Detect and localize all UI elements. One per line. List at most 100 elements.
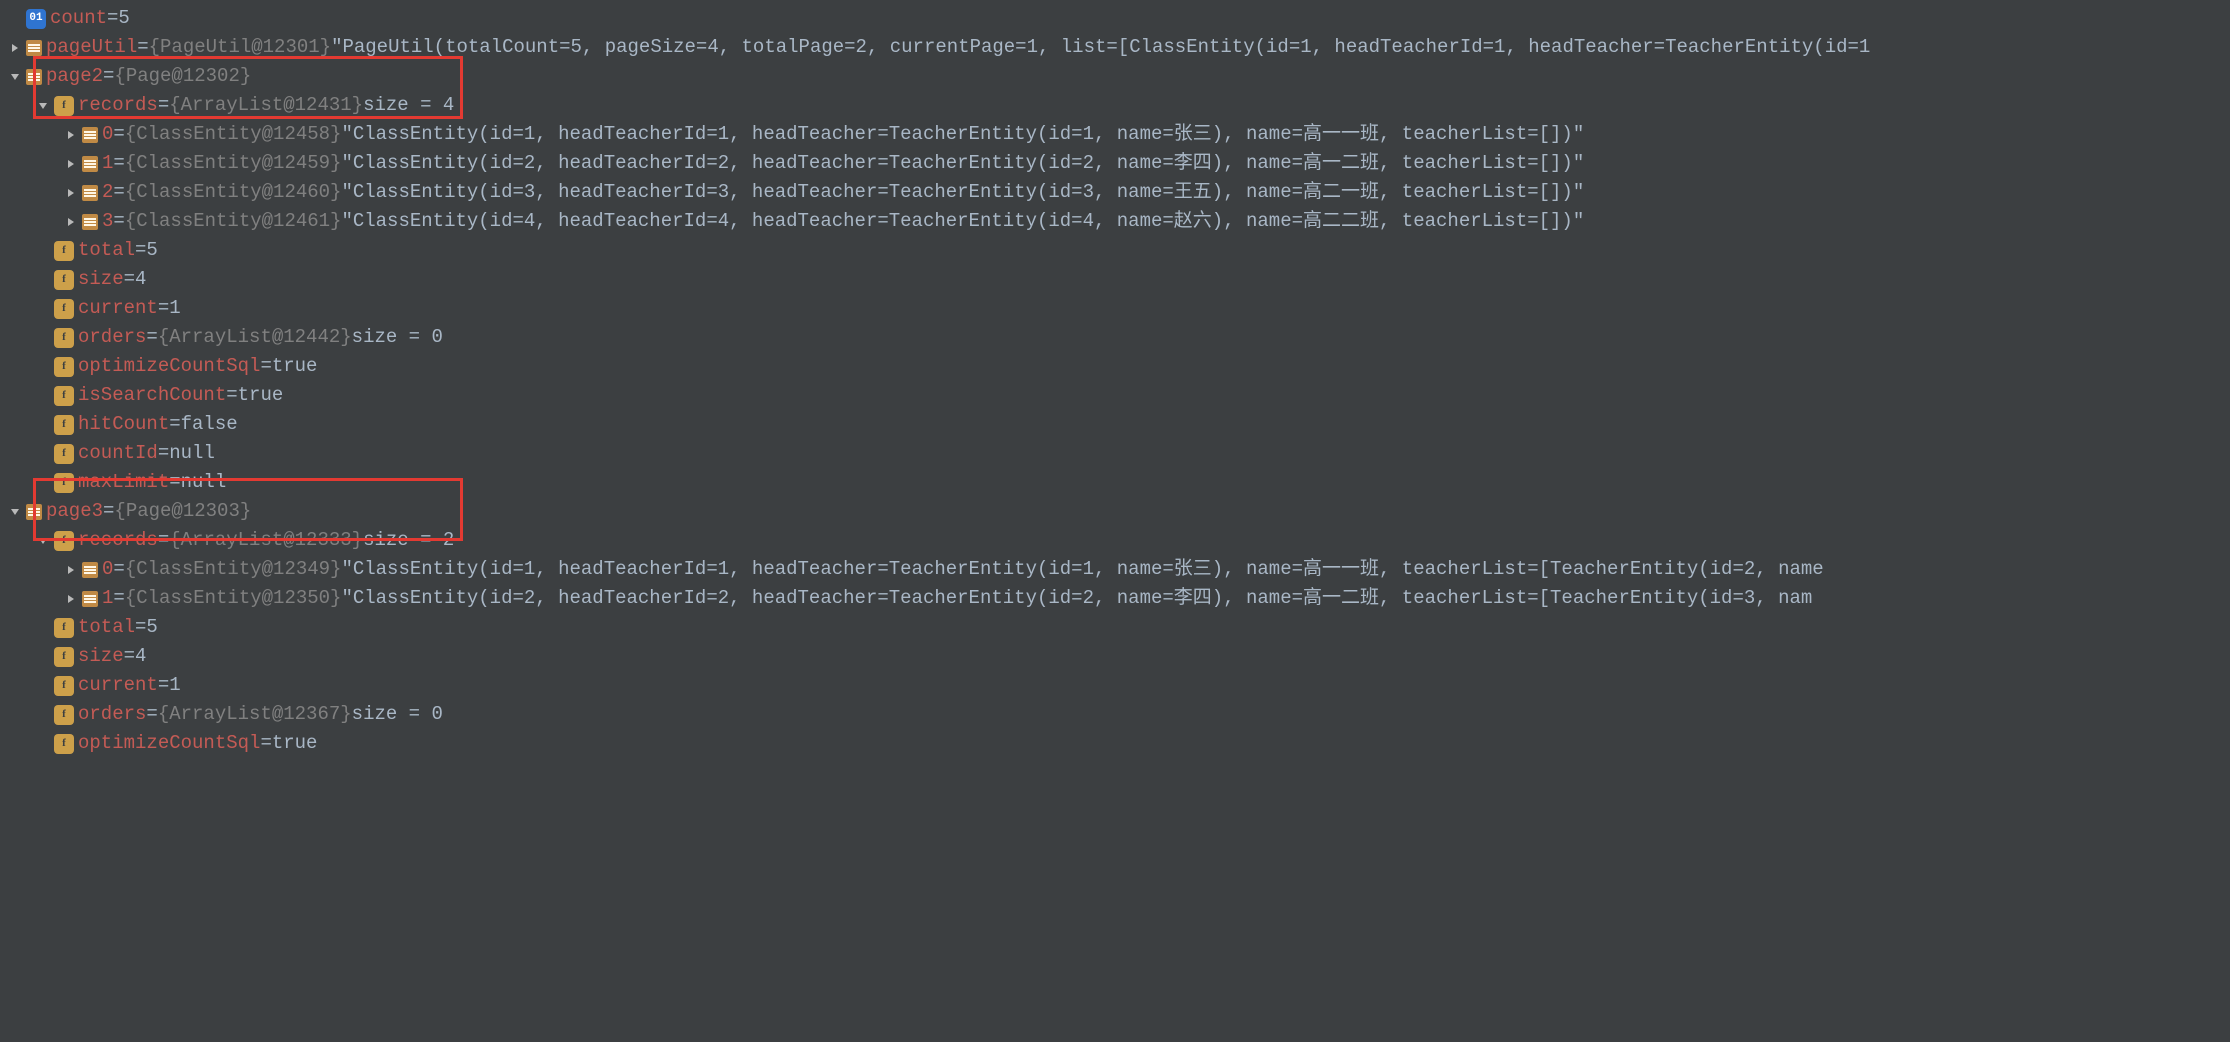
- tree-row[interactable]: fisSearchCount = true: [6, 381, 2230, 410]
- variable-value: false: [181, 410, 238, 439]
- field-icon: f: [54, 618, 74, 638]
- equals-sign: =: [137, 33, 148, 62]
- variable-name: orders: [78, 700, 146, 729]
- variable-name: optimizeCountSql: [78, 352, 260, 381]
- variable-value: 1: [169, 671, 180, 700]
- object-icon: [82, 185, 98, 201]
- expand-arrow-down-icon[interactable]: [34, 101, 52, 111]
- tree-row[interactable]: fsize = 4: [6, 642, 2230, 671]
- equals-sign: =: [226, 381, 237, 410]
- variable-value: size = 2: [363, 526, 454, 555]
- object-icon: [26, 69, 42, 85]
- equals-sign: =: [158, 294, 169, 323]
- primitive-icon: 01: [26, 9, 46, 29]
- variable-value: "PageUtil(totalCount=5, pageSize=4, tota…: [331, 33, 1870, 62]
- variable-value: 4: [135, 265, 146, 294]
- expand-arrow-right-icon[interactable]: [62, 188, 80, 198]
- debugger-variables-tree[interactable]: 01count = 5pageUtil = {PageUtil@12301} "…: [6, 4, 2230, 758]
- tree-row[interactable]: page2 = {Page@12302}: [6, 62, 2230, 91]
- field-icon: f: [54, 357, 74, 377]
- expand-arrow-down-icon[interactable]: [34, 536, 52, 546]
- tree-row[interactable]: 0 = {ClassEntity@12349} "ClassEntity(id=…: [6, 555, 2230, 584]
- equals-sign: =: [124, 265, 135, 294]
- equals-sign: =: [113, 584, 124, 613]
- field-icon: f: [54, 734, 74, 754]
- tree-row[interactable]: forders = {ArrayList@12442} size = 0: [6, 323, 2230, 352]
- variable-name: size: [78, 265, 124, 294]
- field-icon: f: [54, 241, 74, 261]
- equals-sign: =: [113, 207, 124, 236]
- variable-value: true: [272, 729, 318, 758]
- variable-value: size = 0: [352, 323, 443, 352]
- tree-row[interactable]: forders = {ArrayList@12367} size = 0: [6, 700, 2230, 729]
- tree-row[interactable]: 3 = {ClassEntity@12461} "ClassEntity(id=…: [6, 207, 2230, 236]
- variable-name: hitCount: [78, 410, 169, 439]
- equals-sign: =: [107, 4, 118, 33]
- tree-row[interactable]: 2 = {ClassEntity@12460} "ClassEntity(id=…: [6, 178, 2230, 207]
- variable-value: "ClassEntity(id=2, headTeacherId=2, head…: [341, 584, 1812, 613]
- tree-row[interactable]: foptimizeCountSql = true: [6, 352, 2230, 381]
- variable-type: {ClassEntity@12349}: [125, 555, 342, 584]
- variable-value: null: [181, 468, 227, 497]
- equals-sign: =: [260, 352, 271, 381]
- tree-row[interactable]: page3 = {Page@12303}: [6, 497, 2230, 526]
- equals-sign: =: [113, 555, 124, 584]
- tree-row[interactable]: 0 = {ClassEntity@12458} "ClassEntity(id=…: [6, 120, 2230, 149]
- tree-row[interactable]: fhitCount = false: [6, 410, 2230, 439]
- variable-type: {ClassEntity@12461}: [125, 207, 342, 236]
- tree-row[interactable]: 1 = {ClassEntity@12459} "ClassEntity(id=…: [6, 149, 2230, 178]
- variable-value: size = 4: [363, 91, 454, 120]
- equals-sign: =: [113, 178, 124, 207]
- tree-row[interactable]: ftotal = 5: [6, 236, 2230, 265]
- tree-row[interactable]: fcountId = null: [6, 439, 2230, 468]
- variable-name: count: [50, 4, 107, 33]
- tree-row[interactable]: fcurrent = 1: [6, 671, 2230, 700]
- variable-value: "ClassEntity(id=3, headTeacherId=3, head…: [341, 178, 1584, 207]
- tree-row[interactable]: ftotal = 5: [6, 613, 2230, 642]
- variable-name: pageUtil: [46, 33, 137, 62]
- tree-row[interactable]: foptimizeCountSql = true: [6, 729, 2230, 758]
- field-icon: f: [54, 299, 74, 319]
- tree-row[interactable]: pageUtil = {PageUtil@12301} "PageUtil(to…: [6, 33, 2230, 62]
- tree-row[interactable]: frecords = {ArrayList@12333} size = 2: [6, 526, 2230, 555]
- variable-type: {ArrayList@12442}: [158, 323, 352, 352]
- tree-row[interactable]: 01count = 5: [6, 4, 2230, 33]
- variable-name: total: [78, 236, 135, 265]
- variable-value: "ClassEntity(id=2, headTeacherId=2, head…: [341, 149, 1584, 178]
- expand-arrow-down-icon[interactable]: [6, 507, 24, 517]
- object-icon: [82, 591, 98, 607]
- variable-name: optimizeCountSql: [78, 729, 260, 758]
- variable-name: records: [78, 91, 158, 120]
- tree-row[interactable]: fmaxLimit = null: [6, 468, 2230, 497]
- variable-name: countId: [78, 439, 158, 468]
- tree-row[interactable]: fcurrent = 1: [6, 294, 2230, 323]
- field-icon: f: [54, 328, 74, 348]
- variable-name: records: [78, 526, 158, 555]
- equals-sign: =: [169, 410, 180, 439]
- expand-arrow-right-icon[interactable]: [62, 159, 80, 169]
- expand-arrow-right-icon[interactable]: [62, 594, 80, 604]
- field-icon: f: [54, 473, 74, 493]
- object-icon: [82, 562, 98, 578]
- variable-name: 2: [102, 178, 113, 207]
- expand-arrow-right-icon[interactable]: [62, 565, 80, 575]
- object-icon: [26, 40, 42, 56]
- variable-value: 5: [146, 236, 157, 265]
- variable-name: 1: [102, 149, 113, 178]
- expand-arrow-right-icon[interactable]: [62, 217, 80, 227]
- expand-arrow-down-icon[interactable]: [6, 72, 24, 82]
- variable-type: {ClassEntity@12458}: [125, 120, 342, 149]
- variable-type: {Page@12303}: [114, 497, 251, 526]
- equals-sign: =: [169, 468, 180, 497]
- tree-row[interactable]: frecords = {ArrayList@12431} size = 4: [6, 91, 2230, 120]
- tree-row[interactable]: 1 = {ClassEntity@12350} "ClassEntity(id=…: [6, 584, 2230, 613]
- equals-sign: =: [146, 323, 157, 352]
- expand-arrow-right-icon[interactable]: [62, 130, 80, 140]
- object-icon: [82, 156, 98, 172]
- expand-arrow-right-icon[interactable]: [6, 43, 24, 53]
- variable-value: "ClassEntity(id=1, headTeacherId=1, head…: [341, 120, 1584, 149]
- object-icon: [82, 214, 98, 230]
- tree-row[interactable]: fsize = 4: [6, 265, 2230, 294]
- equals-sign: =: [124, 642, 135, 671]
- variable-name: 3: [102, 207, 113, 236]
